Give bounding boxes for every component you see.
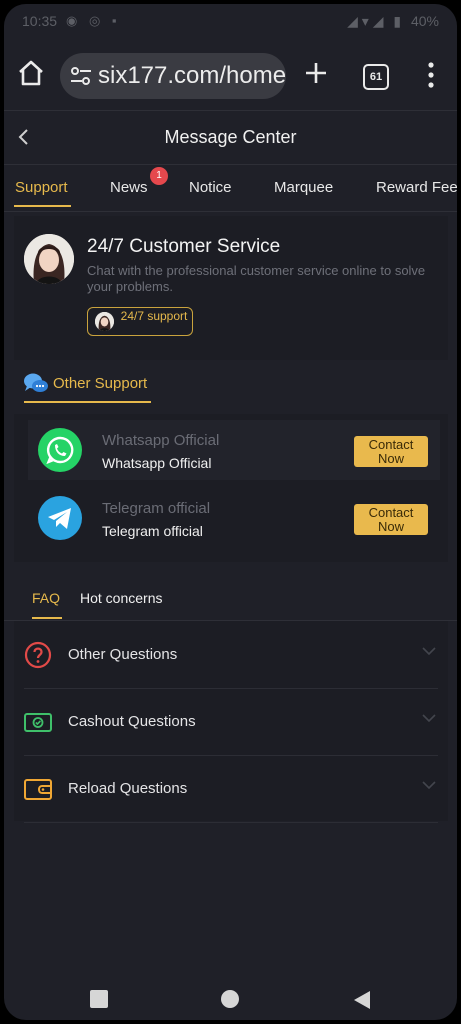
- customer-service-card[interactable]: 24/7 Customer Service Chat with the prof…: [14, 216, 448, 360]
- signal-icon: ◢ ▾ ◢: [347, 13, 384, 29]
- active-tab-indicator: [14, 205, 71, 207]
- question-circle-icon: [24, 641, 52, 669]
- tab-marquee[interactable]: Marquee: [274, 179, 333, 196]
- tab-switcher-button[interactable]: 61: [363, 64, 389, 90]
- tab-news[interactable]: News: [110, 179, 148, 196]
- faq-list: Other Questions Cashout Questions Reload: [14, 621, 448, 823]
- status-bar: 10:35 ◉ ◎ ▪ ◢ ▾ ◢ ▮ 40%: [4, 4, 457, 40]
- tab-faq[interactable]: FAQ: [32, 590, 60, 606]
- contact-row-whatsapp[interactable]: Whatsapp Official Whatsapp Official Cont…: [28, 420, 440, 480]
- customer-service-title: 24/7 Customer Service: [87, 236, 281, 257]
- new-tab-icon[interactable]: [301, 58, 331, 88]
- cash-icon: [24, 713, 52, 732]
- faq-item-other-questions[interactable]: Other Questions: [24, 621, 438, 689]
- phone-screen: 10:35 ◉ ◎ ▪ ◢ ▾ ◢ ▮ 40% six177.com/home …: [4, 4, 457, 1020]
- faq-item-label: Other Questions: [68, 646, 178, 663]
- agent-avatar: [24, 234, 74, 284]
- status-time: 10:35: [22, 13, 58, 29]
- tab-reward-feedback[interactable]: Reward Feedback: [376, 179, 457, 196]
- other-support-indicator: [24, 401, 151, 403]
- contact-subtitle: Whatsapp Official: [102, 455, 212, 471]
- contact-now-button[interactable]: Contact Now: [354, 436, 428, 467]
- contact-subtitle: Telegram official: [102, 523, 203, 539]
- browser-toolbar: six177.com/home 61: [4, 40, 457, 111]
- faq-item-label: Cashout Questions: [68, 713, 196, 730]
- whatsapp-icon: [38, 428, 82, 472]
- status-right: ◢ ▾ ◢ ▮ 40%: [341, 13, 439, 30]
- customer-service-description: Chat with the professional customer serv…: [87, 263, 426, 294]
- other-support-label: Other Support: [53, 375, 148, 392]
- contact-row-telegram[interactable]: Telegram official Telegram official Cont…: [28, 488, 440, 548]
- system-nav-bar: [4, 972, 457, 1020]
- page-title: Message Center: [164, 127, 297, 147]
- faq-item-label: Reload Questions: [68, 780, 188, 797]
- agent-mini-avatar: [95, 312, 114, 331]
- battery-level: 40%: [410, 13, 439, 29]
- faq-tab-indicator: [32, 617, 62, 619]
- chevron-down-icon: [422, 781, 436, 790]
- message-tabs: Support News 1 Notice Marquee Reward Fee…: [4, 165, 457, 212]
- faq-tabs: FAQ Hot concerns: [4, 576, 457, 621]
- contact-now-button[interactable]: Contact Now: [354, 504, 428, 535]
- news-badge: 1: [150, 167, 168, 185]
- contact-name: Whatsapp Official: [102, 432, 220, 449]
- support-label: 24/7 support: [120, 309, 188, 323]
- page-header: Message Center: [4, 110, 457, 165]
- recents-icon[interactable]: [90, 990, 108, 1008]
- faq-item-cashout-questions[interactable]: Cashout Questions: [24, 688, 438, 756]
- contact-list: Whatsapp Official Whatsapp Official Cont…: [14, 414, 448, 562]
- home-icon[interactable]: [16, 58, 46, 88]
- support-chat-button[interactable]: 24/7 support: [87, 307, 193, 336]
- site-settings-icon[interactable]: [70, 66, 92, 86]
- back-nav-icon[interactable]: [353, 990, 371, 1010]
- notification-icons: ◉ ◎ ▪: [66, 13, 121, 28]
- home-nav-icon[interactable]: [221, 990, 239, 1008]
- chevron-down-icon: [422, 647, 436, 656]
- more-menu-icon[interactable]: [424, 60, 438, 90]
- wallet-icon: [24, 779, 52, 800]
- battery-icon: ▮: [393, 13, 402, 29]
- address-bar[interactable]: six177.com/home: [60, 53, 286, 99]
- tab-hot-concerns[interactable]: Hot concerns: [80, 590, 162, 606]
- url-text: six177.com/home: [98, 62, 286, 89]
- faq-item-reload-questions[interactable]: Reload Questions: [24, 755, 438, 823]
- tab-support[interactable]: Support: [15, 179, 68, 196]
- tab-notice[interactable]: Notice: [189, 179, 232, 196]
- contact-name: Telegram official: [102, 500, 211, 517]
- chevron-down-icon: [422, 714, 436, 723]
- chat-bubbles-icon: [24, 373, 48, 392]
- telegram-icon: [38, 496, 82, 540]
